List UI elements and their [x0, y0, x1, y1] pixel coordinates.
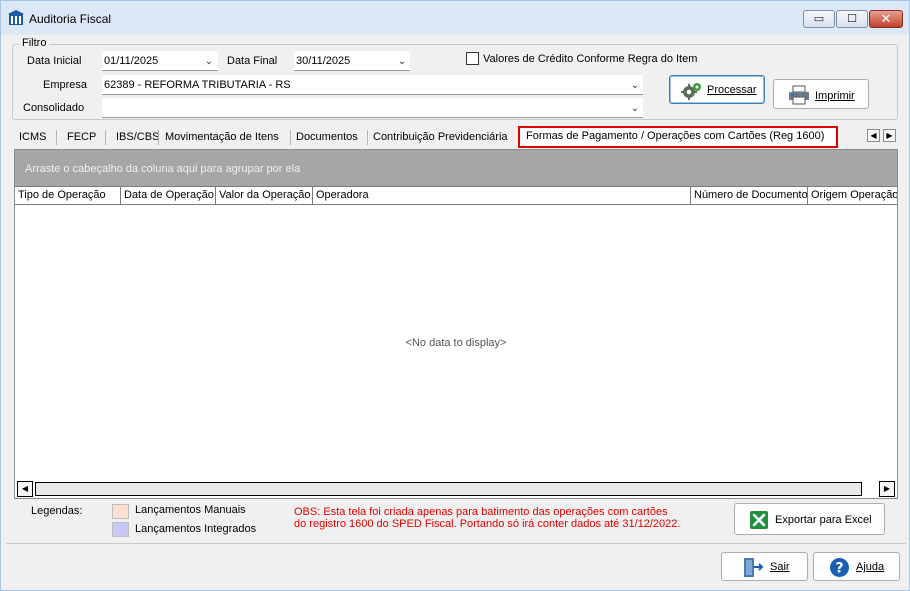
- footer-divider: [6, 543, 906, 544]
- ajuda-label: Ajuda: [856, 561, 885, 573]
- minimize-icon: ▭: [813, 13, 825, 25]
- horizontal-scrollbar[interactable]: ◀ ▶: [17, 481, 895, 497]
- ajuda-button[interactable]: ? Ajuda: [813, 552, 900, 581]
- help-icon: ?: [830, 558, 849, 577]
- tab-separator: [105, 130, 106, 145]
- empresa-field[interactable]: 62389 - REFORMA TRIBUTARIA - RS: [102, 75, 643, 95]
- scroll-right-button[interactable]: ▶: [879, 481, 895, 497]
- tab-next-button[interactable]: ▶: [883, 129, 896, 142]
- column-header-valor-operacao[interactable]: Valor da Operação: [216, 187, 313, 204]
- column-header-data-operacao[interactable]: Data de Operação: [121, 187, 216, 204]
- legend-label-integrated: Lançamentos Integrados: [135, 523, 257, 535]
- window-title: Auditoria Fiscal: [29, 12, 112, 26]
- tab-documentos[interactable]: Documentos: [296, 126, 358, 148]
- scroll-left-button[interactable]: ◀: [17, 481, 33, 497]
- exportar-excel-button[interactable]: Exportar para Excel: [734, 503, 885, 535]
- sair-label: Sair: [770, 561, 790, 573]
- data-inicial-label: Data Inicial: [27, 55, 82, 67]
- obs-note-line2: do registro 1600 do SPED Fiscal. Portand…: [294, 518, 681, 530]
- legend-title: Legendas:: [31, 505, 83, 517]
- chevron-down-icon[interactable]: ⌄: [629, 80, 641, 92]
- imprimir-label: Imprimir: [815, 90, 855, 102]
- scroll-track[interactable]: [35, 482, 862, 496]
- legend-swatch-integrated: [112, 522, 129, 537]
- sair-button[interactable]: Sair: [721, 552, 808, 581]
- tab-movimentacao-itens[interactable]: Movimentação de Itens: [165, 126, 279, 148]
- data-grid: Arraste o cabeçalho da coluna aqui para …: [14, 149, 898, 499]
- valores-credito-checkbox[interactable]: [466, 52, 479, 65]
- minimize-button[interactable]: ▭: [803, 10, 835, 28]
- close-button[interactable]: ✕: [869, 10, 903, 28]
- legend-swatch-manual: [112, 504, 129, 519]
- auditoria-fiscal-window: Auditoria Fiscal ▭ ☐ ✕ Filtro Data Inici…: [0, 0, 910, 591]
- tab-formas-pagamento[interactable]: Formas de Pagamento / Operações com Cart…: [518, 126, 838, 148]
- title-bar: Auditoria Fiscal ▭ ☐ ✕: [1, 1, 909, 35]
- consolidado-field[interactable]: [102, 98, 643, 118]
- processar-label: Processar: [707, 84, 757, 96]
- gears-icon: [681, 83, 701, 100]
- maximize-button[interactable]: ☐: [836, 10, 868, 28]
- close-icon: ✕: [880, 11, 892, 26]
- valores-credito-label: Valores de Crédito Conforme Regra do Ite…: [483, 53, 698, 65]
- imprimir-button[interactable]: Imprimir: [773, 79, 869, 109]
- exportar-excel-label: Exportar para Excel: [775, 514, 872, 526]
- tab-icms[interactable]: ICMS: [19, 126, 47, 148]
- tab-separator: [56, 130, 57, 145]
- chevron-down-icon[interactable]: ⌄: [629, 103, 641, 115]
- legend-label-manual: Lançamentos Manuais: [135, 504, 246, 516]
- data-final-label: Data Final: [227, 55, 278, 67]
- svg-text:?: ?: [835, 561, 843, 577]
- empresa-label: Empresa: [43, 79, 88, 91]
- column-header-origem-operacao[interactable]: Origem Operação: [808, 187, 897, 204]
- chevron-down-icon[interactable]: ⌄: [203, 56, 215, 68]
- tab-separator: [290, 130, 291, 145]
- column-header-tipo-operacao[interactable]: Tipo de Operação: [15, 187, 121, 204]
- app-icon: [8, 10, 24, 25]
- grid-header: Tipo de Operação Data de Operação Valor …: [15, 186, 897, 205]
- tab-prev-button[interactable]: ◀: [867, 129, 880, 142]
- group-by-hint: Arraste o cabeçalho da coluna aqui para …: [25, 163, 301, 175]
- tab-ibs-cbs[interactable]: IBS/CBS: [116, 126, 159, 148]
- column-header-operadora[interactable]: Operadora: [313, 187, 691, 204]
- filter-legend: Filtro: [19, 37, 50, 49]
- data-inicial-field[interactable]: 01/11/2025: [102, 51, 218, 71]
- chevron-down-icon[interactable]: ⌄: [396, 56, 408, 68]
- column-header-numero-documento[interactable]: Número de Documento: [691, 187, 808, 204]
- tab-separator: [158, 130, 159, 145]
- tab-fecp[interactable]: FECP: [67, 126, 96, 148]
- excel-icon: [750, 511, 768, 529]
- obs-note-line1: OBS: Esta tela foi criada apenas para ba…: [294, 506, 668, 518]
- consolidado-label: Consolidado: [23, 102, 85, 114]
- maximize-icon: ☐: [847, 13, 857, 25]
- data-final-field[interactable]: 30/11/2025: [294, 51, 410, 71]
- processar-button[interactable]: Processar: [669, 75, 765, 104]
- printer-icon: [789, 85, 809, 105]
- tab-separator: [367, 130, 368, 145]
- tab-strip: ICMS FECP IBS/CBS Movimentação de Itens …: [12, 126, 900, 150]
- exit-door-icon: [744, 558, 764, 577]
- group-by-panel[interactable]: Arraste o cabeçalho da coluna aqui para …: [15, 150, 897, 186]
- no-data-message: <No data to display>: [405, 337, 507, 349]
- tab-contribuicao-previdenciaria[interactable]: Contribuição Previdenciária: [373, 126, 508, 148]
